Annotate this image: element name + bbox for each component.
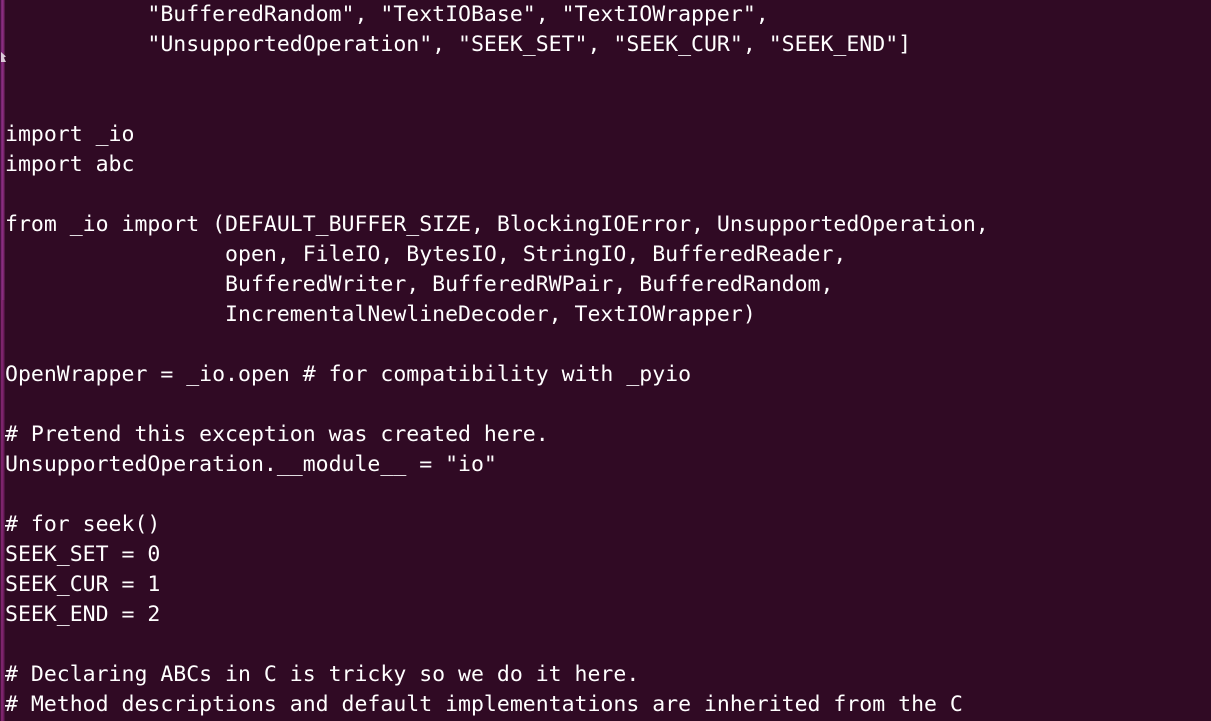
- terminal-line: # Method descriptions and default implem…: [5, 692, 963, 717]
- terminal-line: # for seek(): [5, 512, 161, 537]
- terminal-line: from _io import (DEFAULT_BUFFER_SIZE, Bl…: [5, 212, 989, 237]
- terminal-line: # Pretend this exception was created her…: [5, 422, 549, 447]
- terminal-line: IncrementalNewlineDecoder, TextIOWrapper…: [5, 302, 756, 327]
- terminal-line: import _io: [5, 122, 135, 147]
- terminal-line: BufferedWriter, BufferedRWPair, Buffered…: [5, 272, 834, 297]
- terminal-line: "BufferedRandom", "TextIOBase", "TextIOW…: [5, 2, 769, 27]
- terminal-line: import abc: [5, 152, 135, 177]
- terminal-text-area[interactable]: "BufferedRandom", "TextIOBase", "TextIOW…: [5, 0, 1211, 721]
- terminal-window[interactable]: "BufferedRandom", "TextIOBase", "TextIOW…: [0, 0, 1211, 721]
- terminal-line: UnsupportedOperation.__module__ = "io": [5, 452, 497, 477]
- terminal-line: SEEK_CUR = 1: [5, 572, 161, 597]
- terminal-line: SEEK_SET = 0: [5, 542, 161, 567]
- terminal-line: # Declaring ABCs in C is tricky so we do…: [5, 662, 640, 687]
- terminal-line: "UnsupportedOperation", "SEEK_SET", "SEE…: [5, 32, 912, 57]
- terminal-line: OpenWrapper = _io.open # for compatibili…: [5, 362, 692, 387]
- terminal-line: SEEK_END = 2: [5, 602, 161, 627]
- terminal-line: open, FileIO, BytesIO, StringIO, Buffere…: [5, 242, 847, 267]
